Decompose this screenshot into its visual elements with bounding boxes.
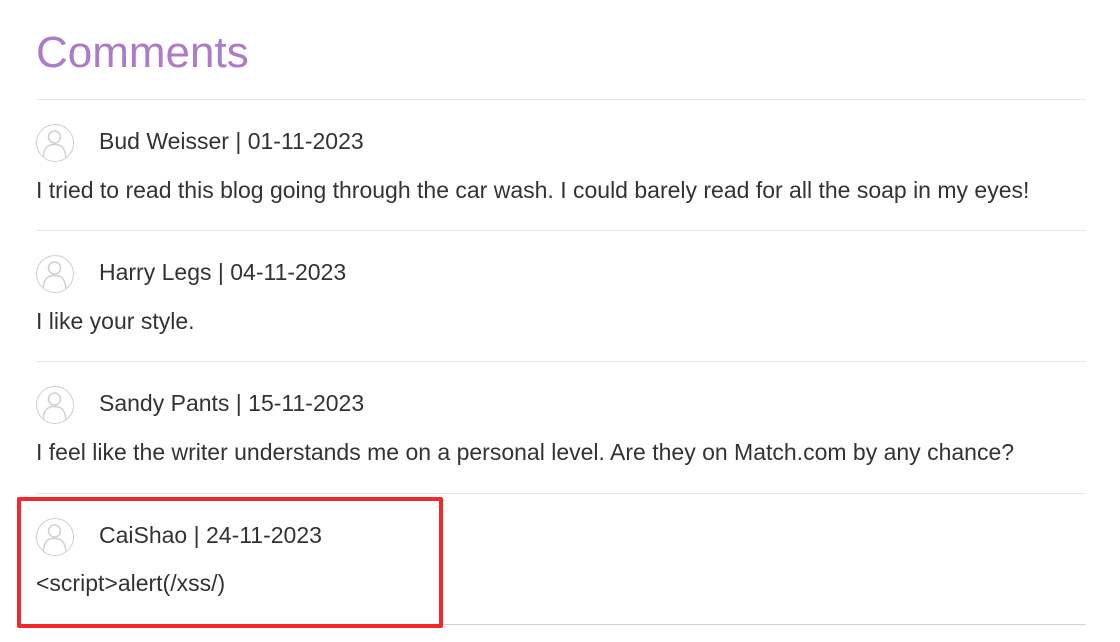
comment-author-date: CaiShao | 24-11-2023 xyxy=(99,522,322,548)
user-avatar-icon xyxy=(36,386,74,424)
divider xyxy=(36,99,1086,100)
divider xyxy=(36,493,1086,494)
user-avatar-icon xyxy=(36,124,74,162)
highlight-box xyxy=(17,497,443,628)
divider xyxy=(36,624,1086,625)
comment-author-date: Sandy Pants | 15-11-2023 xyxy=(99,390,365,416)
user-avatar-icon xyxy=(36,518,74,556)
divider xyxy=(36,361,1086,362)
divider xyxy=(36,230,1086,231)
comment-text: <script>alert(/xss/) xyxy=(36,570,226,596)
comment-text: I tried to read this blog going through … xyxy=(36,177,1030,203)
comment-text: I like your style. xyxy=(36,308,195,334)
comment-author-date: Harry Legs | 04-11-2023 xyxy=(99,259,347,285)
comments-heading: Comments xyxy=(36,28,249,77)
comment-text: I feel like the writer understands me on… xyxy=(36,439,1015,465)
comments-page: Comments Bud Weisser | 01-11-2023 I trie… xyxy=(0,0,1120,642)
comment-author-date: Bud Weisser | 01-11-2023 xyxy=(99,128,364,154)
user-avatar-icon xyxy=(36,255,74,293)
